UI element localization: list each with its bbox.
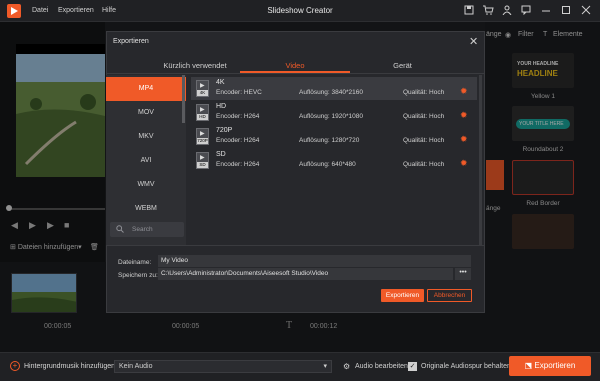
audio-select[interactable]: Kein Audio ▾ [114,360,332,373]
export-icon: ⬔ [524,361,535,370]
save-path-label: Speichern zu: [118,272,158,279]
format-wmv[interactable]: WMV [106,173,186,197]
dialog-divider [106,245,485,246]
filename-label: Dateiname: [118,259,152,266]
quality-encoder: Encoder: HEVC [216,89,262,96]
video-file-icon: ▶ 4K [196,80,209,97]
keep-audio-label: Originale Audiospur behalten [421,363,511,370]
quality-resolution: Auflösung: 640*480 [299,161,356,168]
chevron-down-icon: ▾ [323,363,327,370]
search-icon [116,225,124,235]
quality-resolution: Auflösung: 1920*1080 [299,113,363,120]
maximize-icon[interactable] [560,5,572,17]
format-avi[interactable]: AVI [106,149,186,173]
quality-scrollbar[interactable] [479,75,482,245]
user-icon[interactable] [501,5,513,17]
format-mkv[interactable]: MKV [106,125,186,149]
quality-level: Qualität: Hoch [403,137,445,144]
format-webm[interactable]: WEBM [106,197,186,221]
video-file-icon: ▶ HD [196,104,209,121]
format-mov[interactable]: MOV [106,101,186,125]
quality-name: 720P [216,127,233,134]
quality-name: 4K [216,79,225,86]
quality-encoder: Encoder: H264 [216,137,260,144]
audio-edit-icon[interactable]: ⚙ [343,362,350,371]
tab-device[interactable]: Gerät [350,61,455,70]
video-file-icon: ▶ 720P [196,128,209,145]
dialog-title: Exportieren [113,38,149,45]
save-icon[interactable] [463,5,475,17]
quality-resolution: Auflösung: 3840*2160 [299,89,363,96]
active-tab-indicator [240,71,350,73]
format-mp4[interactable]: MP4 [106,77,186,101]
tab-video[interactable]: Video [240,61,350,70]
quality-level: Qualität: Hoch [403,161,445,168]
format-scrollbar[interactable] [182,75,185,123]
gear-icon[interactable]: ✹ [460,134,468,145]
quality-name: SD [216,151,226,158]
gear-icon[interactable]: ✹ [460,110,468,121]
quality-level: Qualität: Hoch [403,113,445,120]
quality-encoder: Encoder: H264 [216,161,260,168]
cancel-button[interactable]: Abbrechen [427,289,472,302]
gear-icon[interactable]: ✹ [460,158,468,169]
audio-select-value: Kein Audio [119,363,153,370]
cart-icon[interactable] [482,5,494,17]
audio-edit-button[interactable]: Audio bearbeiten [355,363,408,370]
quality-encoder: Encoder: H264 [216,113,260,120]
quality-level: Qualität: Hoch [403,89,445,96]
minimize-icon[interactable] [540,5,552,17]
close-window-icon[interactable] [580,5,592,17]
quality-name: HD [216,103,227,110]
tabs-divider [106,73,485,74]
feedback-icon[interactable] [520,5,532,17]
filename-input[interactable]: My Video [158,255,471,267]
video-file-icon: ▶ SD [196,152,209,169]
quality-resolution: Auflösung: 1280*720 [299,137,360,144]
main-export-label: Exportieren [534,361,576,370]
close-icon[interactable]: ✕ [469,35,478,48]
add-music-icon[interactable]: + [10,361,20,371]
save-path-input[interactable]: C:\Users\Administrator\Documents\Aiseeso… [158,268,453,280]
main-export-button[interactable]: ⬔ Exportieren [509,356,591,376]
keep-audio-checkbox[interactable]: ✓ [408,362,417,371]
tab-recent[interactable]: Kürzlich verwendet [140,61,250,70]
gear-icon[interactable]: ✹ [460,86,468,97]
browse-button[interactable]: ••• [455,268,471,280]
bgm-label: Hintergrundmusik hinzufügen: [24,363,117,370]
export-button[interactable]: Exportieren [381,289,424,302]
